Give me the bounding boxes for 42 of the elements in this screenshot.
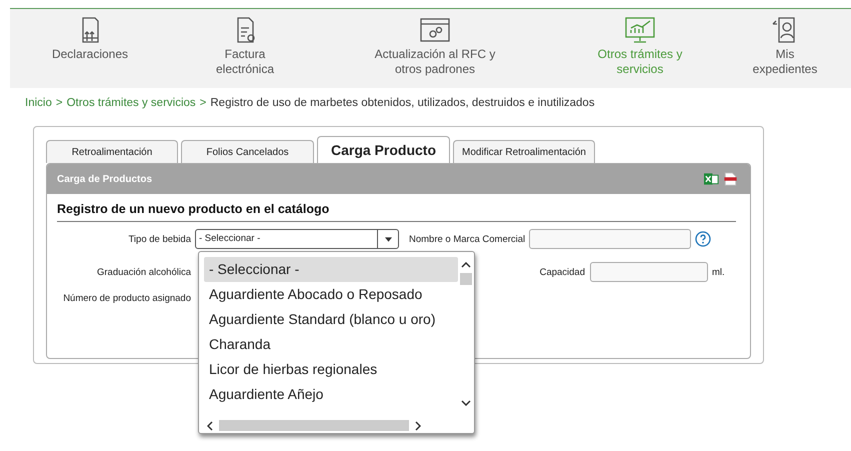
nav-item[interactable]: Declaraciones <box>10 16 170 62</box>
tab[interactable]: Carga Producto <box>317 136 450 163</box>
breadcrumb-separator: > <box>56 97 63 109</box>
field-label: Número de producto asignado <box>62 293 192 304</box>
chevron-down-icon[interactable] <box>461 400 471 406</box>
section-heading: Registro de un nuevo producto en el catálogo <box>57 202 330 216</box>
breadcrumb-link[interactable]: Otros trámites y servicios <box>66 97 196 109</box>
dropdown-option[interactable]: Aguardiente Standard (blanco u oro) <box>204 307 458 332</box>
nav-item[interactable]: Factura electrónica <box>170 16 320 77</box>
tab[interactable]: Retroalimentación <box>46 140 178 163</box>
pdf-icon[interactable] <box>723 172 738 186</box>
chevron-left-icon[interactable] <box>207 420 213 430</box>
nav-item[interactable]: Mis expedientes <box>730 16 840 77</box>
caret-icon <box>384 236 392 242</box>
field-label: Nombre o Marca Comercial <box>409 234 526 244</box>
dropdown-option[interactable]: Aguardiente Abocado o Reposado <box>204 282 458 307</box>
field-label: Graduación alcohólica <box>96 266 192 278</box>
spreadsheet-icon[interactable] <box>704 172 719 186</box>
tab[interactable]: Modificar Retroalimentación <box>453 140 595 163</box>
breadcrumb-current: Registro de uso de marbetes obtenidos, utilizados, destruidos e inutilizados <box>210 97 595 109</box>
scrollbar-thumb[interactable] <box>219 420 409 431</box>
input-field[interactable] <box>529 229 692 249</box>
dropdown-option[interactable]: Licor de hierbas regionales <box>204 357 458 382</box>
field-label: Capacidad <box>538 266 586 278</box>
dropdown-option[interactable]: Charanda <box>204 332 458 357</box>
chevron-up-icon[interactable] <box>461 262 471 268</box>
unit-label: ml. <box>712 266 725 278</box>
input-field[interactable] <box>590 262 708 282</box>
dropdown-option[interactable]: Aguardiente Añejo <box>204 382 458 407</box>
panel-title: Carga de Productos <box>57 174 154 184</box>
dropdown-option[interactable]: - Seleccionar - <box>204 257 458 282</box>
field-label: Tipo de bebida <box>127 234 192 244</box>
beverage-type-select[interactable]: - Seleccionar - <box>195 229 399 249</box>
chevron-right-icon[interactable] <box>415 420 421 430</box>
help-icon[interactable] <box>695 231 712 247</box>
monitor-chart-icon <box>623 16 657 44</box>
breadcrumb-separator: > <box>200 97 206 109</box>
scrollbar-thumb[interactable] <box>460 273 472 285</box>
browser-gears-icon <box>418 16 452 44</box>
tab[interactable]: Folios Cancelados <box>181 140 314 163</box>
nav-item[interactable]: Actualización al RFC y otros padrones <box>320 16 550 77</box>
breadcrumb-link[interactable]: Inicio <box>25 97 52 109</box>
